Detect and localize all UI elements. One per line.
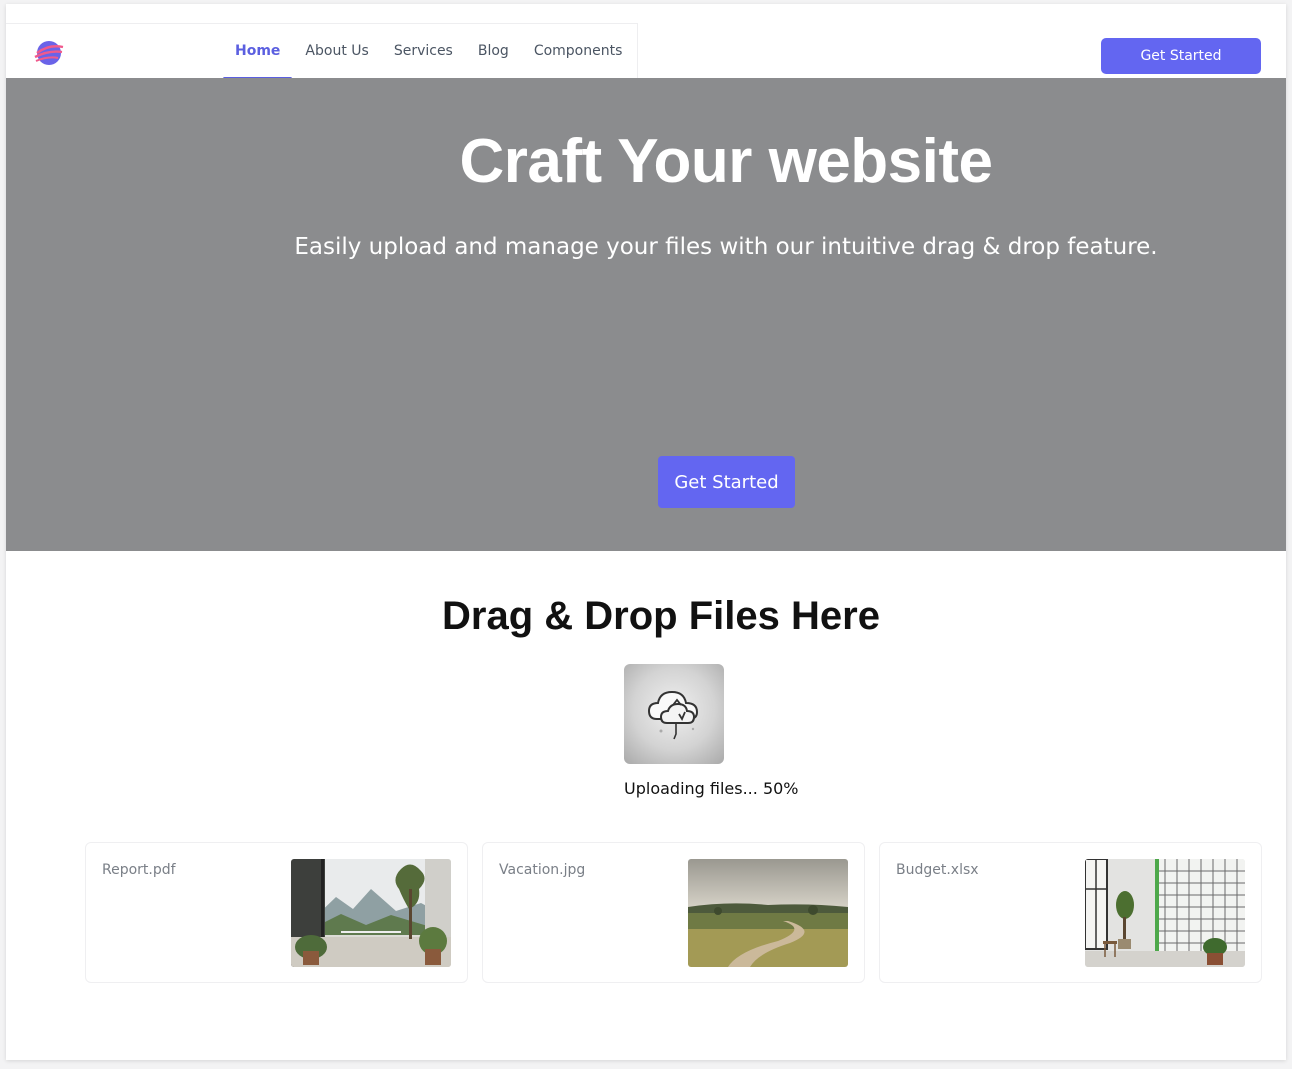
file-name: Report.pdf xyxy=(102,862,176,878)
hero-get-started-button[interactable]: Get Started xyxy=(658,456,795,508)
nav-item-about-us[interactable]: About Us xyxy=(293,23,380,78)
nav-item-components[interactable]: Components xyxy=(522,23,635,78)
cloud-upload-icon[interactable] xyxy=(624,664,724,764)
nav-item-home[interactable]: Home xyxy=(223,23,293,80)
file-card[interactable]: Budget.xlsx xyxy=(879,842,1262,983)
page: Home About Us Services Blog Components G… xyxy=(6,4,1286,1060)
drop-zone-title: Drag & Drop Files Here xyxy=(442,594,880,638)
hero-subtitle: Easily upload and manage your files with… xyxy=(294,234,1158,260)
upload-status-text: Uploading files... 50% xyxy=(624,779,799,798)
nav-item-blog[interactable]: Blog xyxy=(466,23,521,78)
main-nav: Home About Us Services Blog Components xyxy=(223,23,635,80)
header-get-started-button[interactable]: Get Started xyxy=(1101,38,1261,74)
file-card[interactable]: Vacation.jpg xyxy=(482,842,865,983)
file-name: Budget.xlsx xyxy=(896,862,979,878)
interior-terrace-mountains-image xyxy=(291,859,451,967)
planet-logo-icon[interactable] xyxy=(34,40,64,66)
countryside-dirt-road-image xyxy=(688,859,848,967)
nav-item-services[interactable]: Services xyxy=(382,23,465,78)
file-card[interactable]: Report.pdf xyxy=(85,842,468,983)
file-name: Vacation.jpg xyxy=(499,862,586,878)
bright-room-window-plants-image xyxy=(1085,859,1245,967)
hero-title: Craft Your website xyxy=(459,127,993,196)
hero-section: Craft Your website Easily upload and man… xyxy=(6,78,1286,551)
